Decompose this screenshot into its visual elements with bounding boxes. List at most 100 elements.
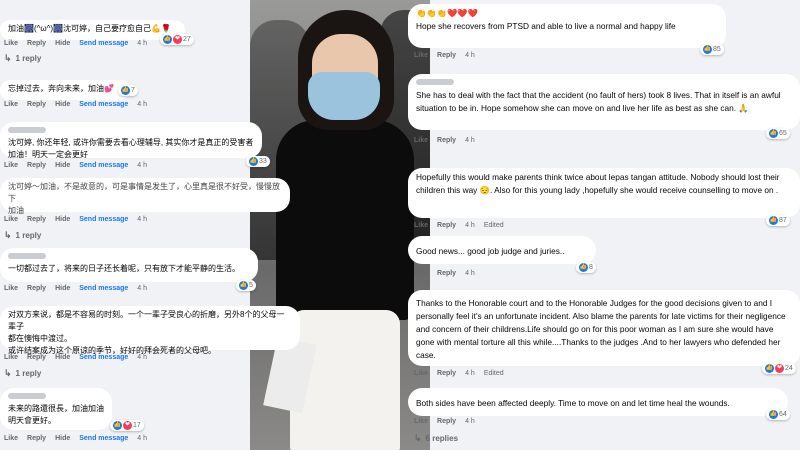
like-button[interactable]: Like	[414, 370, 428, 377]
reply-arrow-icon: ↳	[4, 368, 12, 378]
comment-text: 忘掉过去，奔向未来，加油💕	[8, 84, 114, 93]
comment-actions: Like Reply Hide Send message 4 h	[4, 435, 148, 442]
like-icon: 👍	[579, 263, 588, 272]
comment-bubble: 沈可婷～加油，不是故意的，可是事情是发生了，心里真是很不好受，慢慢放下 加油	[0, 178, 290, 215]
like-icon: 👍	[249, 157, 258, 166]
reaction-count[interactable]: 👍 85	[700, 44, 724, 55]
view-replies[interactable]: ↳ 1 reply	[4, 368, 41, 379]
like-icon: 👍	[765, 364, 774, 373]
like-icon: 👍	[121, 86, 130, 95]
like-button[interactable]: Like	[4, 162, 18, 169]
like-icon: 👍	[113, 421, 122, 430]
comment-actions: Like Reply 4 h Edited	[414, 222, 504, 229]
commenter-name[interactable]	[8, 393, 46, 399]
hide-button[interactable]: Hide	[55, 101, 70, 108]
hide-button[interactable]: Hide	[55, 162, 70, 169]
reaction-count[interactable]: 👍 8	[576, 262, 596, 273]
comment-actions: Like Reply Hide Send message 4 h	[4, 354, 148, 361]
reply-button[interactable]: Reply	[437, 418, 456, 425]
reaction-count[interactable]: 👍 7	[118, 85, 138, 96]
comment-actions: Like Reply Hide Send message 4 h	[4, 40, 148, 47]
comment-text: 未来的路還很長，加油加油 明天會更好。	[8, 404, 104, 425]
view-replies[interactable]: ↳ 1 reply	[4, 230, 41, 241]
like-button[interactable]: Like	[4, 285, 18, 292]
reply-button[interactable]: Reply	[27, 101, 46, 108]
send-message-button[interactable]: Send message	[79, 101, 128, 108]
comment-bubble: Hopefully this would make parents think …	[408, 168, 800, 218]
like-button[interactable]: Like	[4, 354, 18, 361]
like-button[interactable]: Like	[4, 40, 18, 47]
reaction-count[interactable]: 👍 65	[766, 128, 790, 139]
reaction-count[interactable]: 👍 ❤ 27	[160, 34, 194, 45]
reply-arrow-icon: ↳	[414, 433, 422, 443]
comment-text: Hopefully this would make parents think …	[416, 172, 780, 195]
reaction-count[interactable]: 👍 64	[766, 409, 790, 420]
view-replies[interactable]: ↳ 6 replies	[414, 433, 458, 444]
view-replies[interactable]: ↳ 1 reply	[4, 53, 41, 64]
reaction-count[interactable]: 👍 ❤ 24	[762, 363, 796, 374]
reaction-count[interactable]: 👍 33	[246, 156, 270, 167]
hide-button[interactable]: Hide	[55, 40, 70, 47]
send-message-button[interactable]: Send message	[79, 435, 128, 442]
commenter-name[interactable]	[8, 253, 46, 259]
reply-button[interactable]: Reply	[437, 222, 456, 229]
reply-button[interactable]: Reply	[27, 285, 46, 292]
like-icon: 👍	[703, 45, 712, 54]
reply-button[interactable]: Reply	[27, 435, 46, 442]
send-message-button[interactable]: Send message	[79, 354, 128, 361]
hide-button[interactable]: Hide	[55, 216, 70, 223]
comment-actions: Like Reply Hide Send message 4 h	[4, 101, 148, 108]
comment-bubble: 👏👏👏❤️❤️❤️ Hope she recovers from PTSD an…	[408, 4, 726, 48]
like-button[interactable]: Like	[4, 216, 18, 223]
hide-button[interactable]: Hide	[55, 354, 70, 361]
like-button[interactable]: Like	[414, 270, 428, 277]
reaction-count[interactable]: 👍 5	[236, 280, 256, 291]
send-message-button[interactable]: Send message	[79, 40, 128, 47]
send-message-button[interactable]: Send message	[79, 216, 128, 223]
like-icon: 👍	[769, 216, 778, 225]
like-button[interactable]: Like	[4, 101, 18, 108]
like-button[interactable]: Like	[414, 137, 428, 144]
comment-bubble: Both sides have been affected deeply. Ti…	[408, 388, 788, 416]
comment-actions: Like Reply 4 h	[414, 418, 475, 425]
comment-bubble: Good news... good job judge and juries..	[408, 236, 596, 264]
comment-text: Both sides have been affected deeply. Ti…	[416, 398, 730, 408]
black-blazer	[276, 120, 414, 320]
commenter-name[interactable]	[8, 127, 46, 133]
comment-actions: Like Reply 4 h	[414, 137, 475, 144]
like-button[interactable]: Like	[414, 52, 428, 59]
comment-bubble: She has to deal with the fact that the a…	[408, 74, 800, 130]
reply-button[interactable]: Reply	[437, 370, 456, 377]
comment-bubble: 未来的路還很長，加油加油 明天會更好。	[0, 388, 112, 430]
comment-text: Thanks to the Honorable court and to the…	[416, 298, 786, 360]
reply-button[interactable]: Reply	[437, 52, 456, 59]
comment-text: 加油🎆(^ω^)🎆沈可婷，自己要疗愈自己💪🌹	[8, 24, 171, 33]
like-button[interactable]: Like	[4, 435, 18, 442]
comment-actions: Like Reply Hide Send message 4 h	[4, 162, 148, 169]
reply-button[interactable]: Reply	[27, 216, 46, 223]
commenter-name[interactable]	[416, 79, 454, 85]
hide-button[interactable]: Hide	[55, 285, 70, 292]
comment-actions: Like Reply Hide Send message 4 h	[4, 216, 148, 223]
reply-button[interactable]: Reply	[27, 354, 46, 361]
reply-button[interactable]: Reply	[437, 270, 456, 277]
reply-button[interactable]: Reply	[437, 137, 456, 144]
comment-actions: Like Reply 4 h Edited	[414, 370, 504, 377]
comment-bubble: Thanks to the Honorable court and to the…	[408, 290, 800, 366]
like-button[interactable]: Like	[414, 418, 428, 425]
comment-bubble: 加油🎆(^ω^)🎆沈可婷，自己要疗愈自己💪🌹	[0, 20, 185, 40]
comment-text: Good news... good job judge and juries..	[416, 246, 565, 256]
like-button[interactable]: Like	[414, 222, 428, 229]
hide-button[interactable]: Hide	[55, 435, 70, 442]
comment-text: 👏👏👏❤️❤️❤️ Hope she recovers from PTSD an…	[416, 8, 676, 31]
send-message-button[interactable]: Send message	[79, 162, 128, 169]
send-message-button[interactable]: Send message	[79, 285, 128, 292]
reply-button[interactable]: Reply	[27, 40, 46, 47]
reply-button[interactable]: Reply	[27, 162, 46, 169]
comment-bubble: 沈可婷, 你还年轻, 或许你需要去看心理辅导, 其实你才是真正的受害者 加油！明…	[0, 122, 262, 159]
reaction-count[interactable]: 👍 ❤ 17	[110, 420, 144, 431]
like-icon: 👍	[769, 410, 778, 419]
comment-text: She has to deal with the fact that the a…	[416, 90, 781, 113]
comment-text: 对双方来说，都是不容易的时刻。一个一辈子受良心的折磨，另外8个的父母一辈子 都在…	[8, 310, 285, 355]
reaction-count[interactable]: 👍 87	[766, 215, 790, 226]
